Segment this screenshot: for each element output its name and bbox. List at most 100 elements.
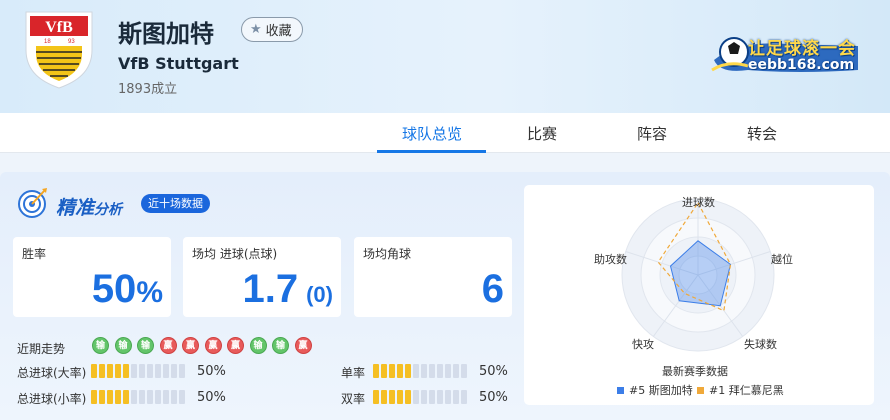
bar-segment	[373, 390, 379, 404]
legend-swatch-bayern	[697, 386, 704, 394]
metric-pct-over: 50%	[197, 364, 226, 379]
favorite-button[interactable]: ★ 收藏	[241, 17, 303, 42]
bar-segment	[453, 390, 459, 404]
bar-segment	[131, 364, 137, 378]
bar-segment	[453, 364, 459, 378]
bar-segment	[123, 364, 129, 378]
brand-url: eebb168.com	[748, 57, 855, 73]
bar-segment	[171, 364, 177, 378]
form-badge: 赢	[204, 337, 222, 354]
active-tab-indicator	[377, 150, 486, 153]
metric-pct-odd: 50%	[479, 364, 508, 379]
tab-overview[interactable]: 球队总览	[377, 123, 487, 144]
bar-segment	[99, 364, 105, 378]
bar-segment	[139, 364, 145, 378]
team-nav-tabs: 球队总览 比赛 阵容 转会	[0, 113, 890, 153]
bar-segment	[389, 390, 395, 404]
bar-segment	[397, 390, 403, 404]
stat-card-win-rate: 胜率 50%	[13, 237, 171, 317]
legend-label-stuttgart: #5 斯图加特	[629, 384, 693, 397]
metric-bar-under	[91, 390, 187, 404]
recent-matches-badge: 近十场数据	[141, 194, 210, 213]
bar-segment	[163, 390, 169, 404]
form-badge: 赢	[182, 337, 199, 354]
bar-segment	[397, 364, 403, 378]
svg-text:93: 93	[68, 39, 75, 45]
win-rate-number: 50	[91, 267, 137, 311]
svg-text:18: 18	[44, 39, 51, 45]
form-badge: 赢	[227, 337, 244, 354]
svg-text:VfB: VfB	[45, 19, 73, 36]
bar-segment	[99, 390, 105, 404]
tab-matches[interactable]: 比赛	[487, 123, 597, 144]
team-founded: 1893成立	[118, 82, 178, 97]
bar-segment	[405, 364, 411, 378]
form-badge: 输	[137, 337, 154, 354]
recent-form-badges: 输输输赢赢赢赢输输赢	[92, 337, 317, 354]
tab-squad[interactable]: 阵容	[597, 123, 707, 144]
bar-segment	[147, 364, 153, 378]
bar-segment	[139, 390, 145, 404]
bar-segment	[445, 390, 451, 404]
bar-segment	[155, 390, 161, 404]
bar-segment	[413, 390, 419, 404]
bar-segment	[115, 390, 121, 404]
radar-axis-label-goals: 进球数	[682, 196, 715, 209]
bar-segment	[163, 364, 169, 378]
avg-penalties: (0)	[306, 282, 333, 307]
bar-segment	[123, 390, 129, 404]
tab-transfers[interactable]: 转会	[707, 123, 817, 144]
stat-card-avg-corners: 场均角球 6	[354, 237, 512, 317]
radar-title: 最新赛季数据	[662, 365, 728, 378]
bar-segment	[389, 364, 395, 378]
bar-segment	[421, 364, 427, 378]
target-icon	[18, 188, 47, 218]
star-icon: ★	[250, 22, 262, 37]
team-logo: VfB 18 93	[25, 11, 93, 89]
legend-item-bayern: #1 拜仁慕尼黑	[697, 382, 784, 398]
bar-segment	[179, 364, 185, 378]
radar-axis-label-counter: 快攻	[632, 338, 654, 351]
form-badge: 赢	[159, 337, 177, 354]
avg-goals-value: 1.7 (0)	[243, 267, 334, 312]
bar-segment	[107, 364, 113, 378]
metric-label-odd: 单率	[341, 366, 366, 380]
brand-logo: 让足球滚一会 eebb168.com	[708, 30, 863, 82]
bar-segment	[445, 364, 451, 378]
bar-segment	[91, 390, 97, 404]
bar-segment	[405, 390, 411, 404]
metric-bar-even	[373, 390, 469, 404]
metric-pct-under: 50%	[197, 390, 226, 405]
stat-card-avg-goals: 场均 进球(点球) 1.7 (0)	[183, 237, 341, 317]
avg-corners-label: 场均角球	[363, 247, 412, 261]
metric-bar-odd	[373, 364, 469, 378]
metric-label-even: 双率	[341, 392, 366, 406]
bar-segment	[461, 390, 467, 404]
bar-segment	[437, 390, 443, 404]
avg-corners-value: 6	[481, 267, 504, 311]
recent-form-label: 近期走势	[17, 342, 66, 356]
bar-segment	[437, 364, 443, 378]
bar-segment	[373, 364, 379, 378]
avg-goals-label: 场均 进球(点球)	[192, 247, 278, 261]
metric-label-over: 总进球(大率)	[17, 366, 87, 380]
bar-segment	[91, 364, 97, 378]
form-badge: 输	[249, 337, 267, 354]
legend-item-stuttgart: #5 斯图加特	[617, 382, 693, 398]
team-name-cn: 斯图加特	[118, 20, 214, 48]
radar-axis-label-assists: 助攻数	[594, 253, 627, 266]
avg-goals-number: 1.7	[242, 267, 299, 311]
bar-segment	[171, 390, 177, 404]
team-name-en: VfB Stuttgart	[118, 54, 239, 73]
bar-segment	[155, 364, 161, 378]
bar-segment	[179, 390, 185, 404]
form-badge: 输	[114, 337, 132, 354]
form-badge: 输	[272, 337, 289, 354]
bar-segment	[413, 364, 419, 378]
radar-axis-label-conceded: 失球数	[744, 338, 777, 351]
bar-segment	[421, 390, 427, 404]
bar-segment	[131, 390, 137, 404]
bar-segment	[107, 390, 113, 404]
form-badge: 输	[92, 337, 109, 354]
form-badge: 赢	[294, 337, 312, 354]
